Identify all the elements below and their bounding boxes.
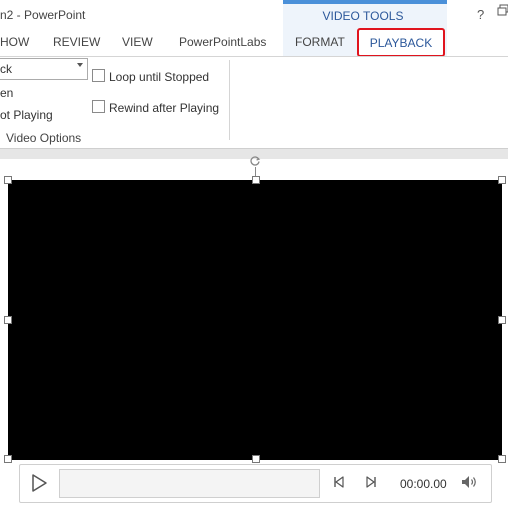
- resize-handle-bottom-right[interactable]: [498, 455, 506, 463]
- video-frame[interactable]: [8, 180, 502, 460]
- loop-until-stopped-checkbox[interactable]: [92, 69, 105, 82]
- video-options-group-label: Video Options: [6, 131, 82, 145]
- volume-icon[interactable]: [460, 474, 478, 490]
- resize-handle-left[interactable]: [4, 316, 12, 324]
- rewind-after-playing-label[interactable]: Rewind after Playing: [109, 101, 219, 115]
- resize-handle-top-left[interactable]: [4, 176, 12, 184]
- tab-playback[interactable]: PLAYBACK: [357, 28, 445, 57]
- play-full-screen-option[interactable]: en: [0, 86, 13, 100]
- start-dropdown[interactable]: [0, 58, 88, 80]
- resize-handle-top[interactable]: [252, 176, 260, 184]
- resize-handle-top-right[interactable]: [498, 176, 506, 184]
- tab-review[interactable]: REVIEW: [53, 35, 100, 49]
- restore-window-icon[interactable]: [497, 4, 508, 18]
- progress-track[interactable]: [59, 469, 320, 498]
- resize-handle-right[interactable]: [498, 316, 506, 324]
- resize-handle-bottom-left[interactable]: [4, 455, 12, 463]
- window-title: n2 - PowerPoint: [0, 8, 86, 22]
- hide-while-not-playing-option[interactable]: ot Playing: [0, 108, 53, 122]
- tab-slide-show[interactable]: HOW: [0, 35, 29, 49]
- tab-view[interactable]: VIEW: [122, 35, 153, 49]
- play-icon[interactable]: [28, 472, 50, 494]
- resize-handle-bottom[interactable]: [252, 455, 260, 463]
- help-button[interactable]: ?: [477, 7, 484, 22]
- video-tools-label: VIDEO TOOLS: [322, 9, 404, 23]
- start-dropdown-value: ck: [0, 62, 12, 76]
- tab-format[interactable]: FORMAT: [295, 35, 345, 49]
- group-divider: [229, 60, 230, 140]
- loop-until-stopped-label[interactable]: Loop until Stopped: [109, 70, 209, 84]
- step-back-icon[interactable]: [332, 475, 346, 489]
- time-readout: 00:00.00: [400, 477, 447, 491]
- rotate-handle-icon[interactable]: [249, 155, 261, 167]
- chevron-down-icon[interactable]: [77, 63, 83, 67]
- step-forward-icon[interactable]: [364, 475, 378, 489]
- tab-powerpointlabs[interactable]: PowerPointLabs: [179, 35, 266, 49]
- rewind-after-playing-checkbox[interactable]: [92, 100, 105, 113]
